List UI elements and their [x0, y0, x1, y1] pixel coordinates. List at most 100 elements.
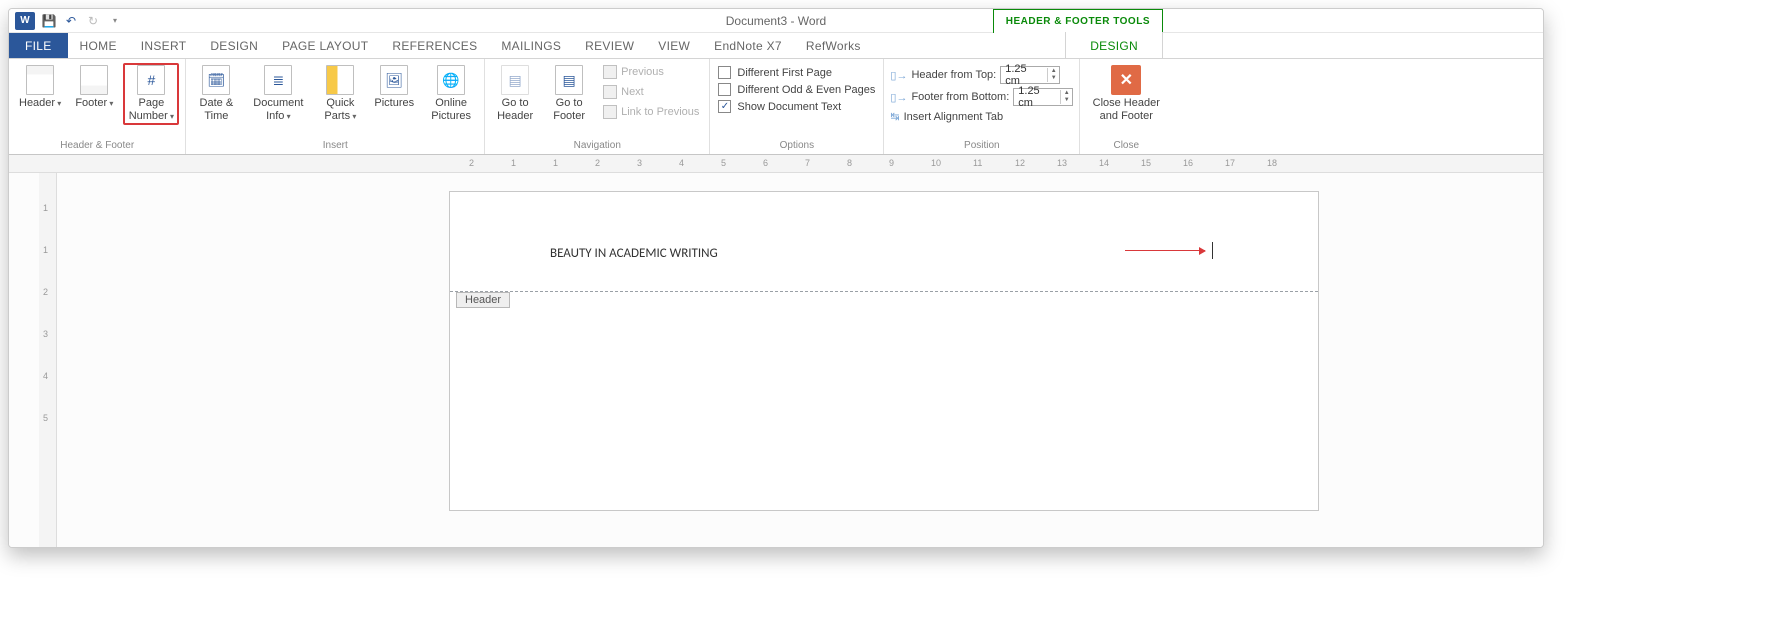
footer-icon: [80, 65, 108, 95]
goto-footer-icon: ▤: [555, 65, 583, 95]
redo-icon[interactable]: ↻: [85, 13, 101, 29]
ruler-tick: 18: [1267, 158, 1277, 168]
document-page[interactable]: BEAUTY IN ACADEMIC WRITING Header: [449, 191, 1319, 511]
ruler-tick: 14: [1099, 158, 1109, 168]
checkbox-checked-icon: ✓: [718, 100, 731, 113]
tab-file[interactable]: FILE: [9, 33, 68, 58]
tab-insert[interactable]: INSERT: [129, 33, 199, 58]
ruler-tick: 3: [43, 329, 48, 339]
ruler-tick: 11: [973, 158, 982, 168]
document-info-button[interactable]: ≣ Document Info: [246, 63, 310, 125]
save-icon[interactable]: 💾: [41, 13, 57, 29]
show-document-text-label: Show Document Text: [737, 101, 841, 113]
online-pictures-button[interactable]: 🌐 Online Pictures: [424, 63, 478, 125]
link-to-previous-button[interactable]: Link to Previous: [599, 103, 703, 121]
ruler-tick: 1: [43, 245, 48, 255]
footer-button[interactable]: Footer: [71, 63, 117, 112]
group-navigation-label: Navigation: [491, 138, 703, 154]
tab-refworks[interactable]: RefWorks: [794, 33, 873, 58]
ruler-tick: 15: [1141, 158, 1151, 168]
tab-endnote[interactable]: EndNote X7: [702, 33, 794, 58]
online-pictures-label: Online Pictures: [428, 97, 474, 123]
group-header-footer-label: Header & Footer: [15, 138, 179, 154]
footer-from-bottom-label: Footer from Bottom:: [911, 91, 1009, 103]
header-top-icon: ▯→: [890, 69, 907, 82]
close-header-footer-label: Close Header and Footer: [1090, 97, 1162, 123]
different-first-page-checkbox[interactable]: Different First Page: [716, 65, 877, 80]
ruler-tick: 9: [889, 158, 894, 168]
horizontal-ruler[interactable]: 21123456789101112131415161718: [9, 155, 1543, 173]
text-cursor: [1212, 242, 1213, 259]
footer-from-bottom-value: 1.25 cm: [1014, 85, 1060, 109]
ruler-tick: 13: [1057, 158, 1067, 168]
group-position: ▯→ Header from Top: 1.25 cm ▲▼ ▯→ Footer…: [884, 59, 1080, 154]
header-area[interactable]: BEAUTY IN ACADEMIC WRITING: [450, 192, 1318, 292]
footer-label: Footer: [75, 97, 113, 110]
header-from-top-value: 1.25 cm: [1001, 63, 1047, 87]
link-icon: [603, 105, 617, 119]
goto-header-icon: ▤: [501, 65, 529, 95]
date-time-icon: 🗓: [202, 65, 230, 95]
qat-more-icon[interactable]: ▾: [107, 13, 123, 29]
checkbox-icon: [718, 83, 731, 96]
show-document-text-checkbox[interactable]: ✓ Show Document Text: [716, 99, 877, 114]
next-button[interactable]: Next: [599, 83, 703, 101]
ribbon: Header Footer # Page Number Header & Foo…: [9, 59, 1543, 155]
tab-hf-design[interactable]: DESIGN: [1065, 32, 1163, 59]
different-first-page-label: Different First Page: [737, 67, 832, 79]
quick-access-toolbar: W 💾 ↶ ↻ ▾: [9, 12, 123, 30]
next-label: Next: [621, 86, 644, 98]
ruler-tick: 10: [931, 158, 941, 168]
ruler-tick: 7: [805, 158, 810, 168]
ruler-tick: 2: [595, 158, 600, 168]
tab-mailings[interactable]: MAILINGS: [489, 33, 573, 58]
word-window: W 💾 ↶ ↻ ▾ Document3 - Word HEADER & FOOT…: [8, 8, 1544, 548]
tab-review[interactable]: REVIEW: [573, 33, 646, 58]
spinner-arrows-icon[interactable]: ▲▼: [1047, 68, 1059, 82]
different-odd-even-label: Different Odd & Even Pages: [737, 84, 875, 96]
group-close: ✕ Close Header and Footer Close: [1080, 59, 1172, 154]
ruler-tick: 5: [721, 158, 726, 168]
different-odd-even-checkbox[interactable]: Different Odd & Even Pages: [716, 82, 877, 97]
header-region-tag: Header: [456, 292, 510, 308]
undo-icon[interactable]: ↶: [63, 13, 79, 29]
group-header-footer: Header Footer # Page Number Header & Foo…: [9, 59, 186, 154]
header-button[interactable]: Header: [15, 63, 65, 112]
checkbox-icon: [718, 66, 731, 79]
ruler-tick: 3: [637, 158, 642, 168]
contextual-tab-group: HEADER & FOOTER TOOLS: [993, 9, 1163, 33]
insert-alignment-tab-label: Insert Alignment Tab: [904, 111, 1003, 123]
date-time-button[interactable]: 🗓 Date & Time: [192, 63, 240, 125]
spinner-arrows-icon[interactable]: ▲▼: [1060, 90, 1072, 104]
footer-from-bottom-input[interactable]: 1.25 cm ▲▼: [1013, 88, 1073, 106]
tab-home[interactable]: HOME: [68, 33, 129, 58]
goto-footer-button[interactable]: ▤ Go to Footer: [545, 63, 593, 125]
previous-icon: [603, 65, 617, 79]
quick-parts-button[interactable]: Quick Parts: [316, 63, 364, 125]
page-number-label: Page Number: [127, 97, 175, 123]
alignment-tab-icon: ↹: [890, 110, 899, 123]
tab-view[interactable]: VIEW: [646, 33, 702, 58]
header-from-top-input[interactable]: 1.25 cm ▲▼: [1000, 66, 1060, 84]
tab-design[interactable]: DESIGN: [198, 33, 270, 58]
tab-references[interactable]: REFERENCES: [380, 33, 489, 58]
footer-bottom-icon: ▯→: [890, 91, 907, 104]
close-header-footer-button[interactable]: ✕ Close Header and Footer: [1086, 63, 1166, 125]
page-number-button[interactable]: # Page Number: [123, 63, 179, 125]
ruler-tick: 4: [43, 371, 48, 381]
document-workspace: L 21123456789101112131415161718 112345 B…: [9, 155, 1543, 547]
header-label: Header: [19, 97, 61, 110]
group-insert: 🗓 Date & Time ≣ Document Info Quick Part…: [186, 59, 485, 154]
ruler-tick: 2: [469, 158, 474, 168]
previous-button[interactable]: Previous: [599, 63, 703, 81]
header-text[interactable]: BEAUTY IN ACADEMIC WRITING: [550, 246, 718, 261]
word-app-icon: W: [15, 12, 35, 30]
pictures-button[interactable]: 🖼 Pictures: [370, 63, 418, 112]
ruler-tick: 2: [43, 287, 48, 297]
page-number-icon: #: [137, 65, 165, 95]
goto-footer-label: Go to Footer: [549, 97, 589, 123]
vertical-ruler[interactable]: 112345: [39, 173, 57, 547]
insert-alignment-tab-button[interactable]: ↹ Insert Alignment Tab: [890, 109, 1073, 124]
tab-page-layout[interactable]: PAGE LAYOUT: [270, 33, 380, 58]
goto-header-button[interactable]: ▤ Go to Header: [491, 63, 539, 125]
